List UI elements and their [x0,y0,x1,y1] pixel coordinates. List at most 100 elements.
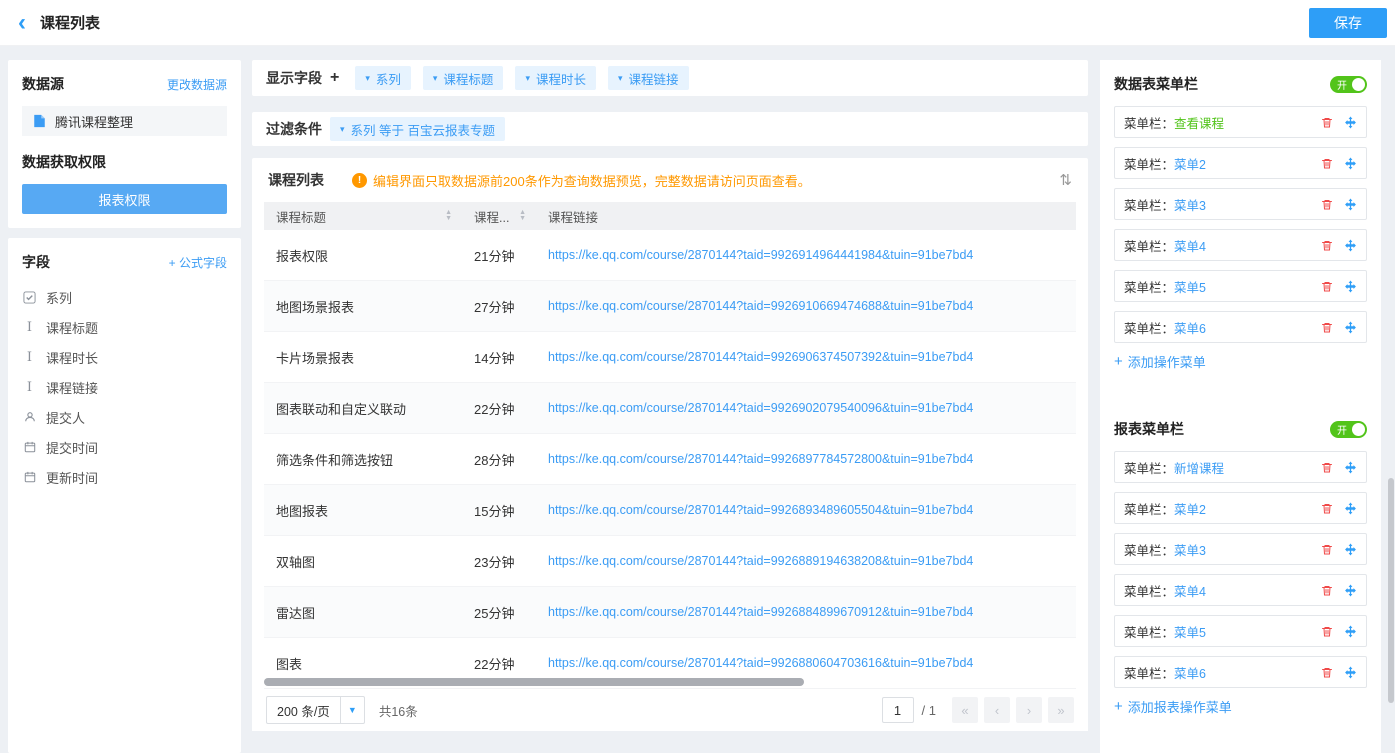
table-row[interactable]: 雷达图 25分钟 https://ke.qq.com/course/287014… [264,587,1076,638]
move-icon[interactable] [1344,321,1357,334]
first-page-button[interactable]: « [952,697,978,723]
cell-course-link[interactable]: https://ke.qq.com/course/2870144?taid=99… [536,248,1076,262]
column-header-course-link[interactable]: 课程链接 [536,202,1076,230]
display-field-chip[interactable]: ▾ 课程时长 [515,66,596,90]
move-icon[interactable] [1344,666,1357,679]
move-icon[interactable] [1344,116,1357,129]
sort-arrows-icon[interactable]: ▲▼ [519,210,526,222]
delete-icon[interactable] [1321,280,1333,293]
delete-icon[interactable] [1321,157,1333,170]
sort-arrows-icon[interactable]: ▲▼ [445,210,452,222]
delete-icon[interactable] [1321,239,1333,252]
page-size-select[interactable]: 200 条/页 ▼ [266,696,365,724]
display-field-chip[interactable]: ▾ 系列 [355,66,411,90]
menu-item-prefix: 菜单栏： [1124,236,1174,255]
menu-item[interactable]: 菜单栏： 菜单5 [1114,615,1367,647]
menu-item[interactable]: 菜单栏： 菜单6 [1114,311,1367,343]
add-report-menu-link[interactable]: + 添加报表操作菜单 [1114,697,1367,716]
move-icon[interactable] [1344,461,1357,474]
vertical-scrollbar[interactable] [1388,478,1394,703]
cell-course-link[interactable]: https://ke.qq.com/course/2870144?taid=99… [536,503,1076,517]
delete-icon[interactable] [1321,502,1333,515]
move-icon[interactable] [1344,502,1357,515]
move-icon[interactable] [1344,157,1357,170]
next-page-button[interactable]: › [1016,697,1042,723]
menu-item[interactable]: 菜单栏： 菜单4 [1114,574,1367,606]
table-row[interactable]: 双轴图 23分钟 https://ke.qq.com/course/287014… [264,536,1076,587]
table-row[interactable]: 筛选条件和筛选按钮 28分钟 https://ke.qq.com/course/… [264,434,1076,485]
move-icon[interactable] [1344,543,1357,556]
filter-label: 过滤条件 [266,119,322,139]
change-datasource-link[interactable]: 更改数据源 [167,76,227,93]
page-number-input[interactable] [882,697,914,723]
text-icon: I [22,380,37,395]
display-fields-bar: 显示字段 + ▾ 系列 ▾ 课程标题 ▾ 课程时长 ▾ 课程链接 [252,60,1088,96]
report-permission-button[interactable]: 报表权限 [22,184,227,214]
toggle-knob [1352,423,1365,436]
delete-icon[interactable] [1321,321,1333,334]
formula-field-link[interactable]: + 公式字段 [169,254,227,271]
move-icon[interactable] [1344,584,1357,597]
back-icon[interactable]: ‹ [18,11,26,35]
menu-item[interactable]: 菜单栏： 菜单6 [1114,656,1367,688]
cell-course-link[interactable]: https://ke.qq.com/course/2870144?taid=99… [536,452,1076,466]
cell-course-link[interactable]: https://ke.qq.com/course/2870144?taid=99… [536,401,1076,415]
toggle-knob [1352,78,1365,91]
menu-item[interactable]: 菜单栏： 菜单4 [1114,229,1367,261]
datasource-item[interactable]: 腾讯课程整理 [22,106,227,136]
field-item-submit-time[interactable]: 提交时间 [22,432,227,462]
menu-item[interactable]: 菜单栏： 查看课程 [1114,106,1367,138]
cell-course-link[interactable]: https://ke.qq.com/course/2870144?taid=99… [536,605,1076,619]
move-icon[interactable] [1344,198,1357,211]
field-item-course-title[interactable]: I 课程标题 [22,312,227,342]
total-count: 共16条 [379,701,418,720]
move-icon[interactable] [1344,280,1357,293]
menu-item[interactable]: 菜单栏： 菜单2 [1114,147,1367,179]
filter-chip[interactable]: ▾ 系列 等于 百宝云报表专题 [330,117,505,141]
delete-icon[interactable] [1321,116,1333,129]
move-icon[interactable] [1344,625,1357,638]
delete-icon[interactable] [1321,543,1333,556]
field-item-submitter[interactable]: 提交人 [22,402,227,432]
table-row[interactable]: 报表权限 21分钟 https://ke.qq.com/course/28701… [264,230,1076,281]
add-menu-link[interactable]: + 添加操作菜单 [1114,352,1367,371]
datatable-menu-toggle[interactable]: 开 [1330,76,1367,93]
delete-icon[interactable] [1321,666,1333,679]
page-size-value: 200 条/页 [267,701,340,720]
cell-course-link[interactable]: https://ke.qq.com/course/2870144?taid=99… [536,554,1076,568]
delete-icon[interactable] [1321,584,1333,597]
add-display-field-icon[interactable]: + [330,69,339,87]
cell-course-link[interactable]: https://ke.qq.com/course/2870144?taid=99… [536,656,1076,670]
chevron-down-icon: ▾ [618,73,623,84]
sort-icon[interactable]: ⇅ [1059,171,1072,189]
delete-icon[interactable] [1321,198,1333,211]
horizontal-scrollbar[interactable] [264,678,804,686]
display-field-chip[interactable]: ▾ 课程链接 [608,66,689,90]
menu-item[interactable]: 菜单栏： 菜单2 [1114,492,1367,524]
field-item-update-time[interactable]: 更新时间 [22,462,227,492]
save-button[interactable]: 保存 [1309,8,1387,38]
last-page-button[interactable]: » [1048,697,1074,723]
prev-page-button[interactable]: ‹ [984,697,1010,723]
field-item-series[interactable]: 系列 [22,282,227,312]
delete-icon[interactable] [1321,461,1333,474]
display-field-chip[interactable]: ▾ 课程标题 [423,66,504,90]
menu-item[interactable]: 菜单栏： 菜单5 [1114,270,1367,302]
report-menu-toggle[interactable]: 开 [1330,421,1367,438]
field-item-course-duration[interactable]: I 课程时长 [22,342,227,372]
table-row[interactable]: 地图报表 15分钟 https://ke.qq.com/course/28701… [264,485,1076,536]
cell-course-link[interactable]: https://ke.qq.com/course/2870144?taid=99… [536,299,1076,313]
menu-item[interactable]: 菜单栏： 菜单3 [1114,533,1367,565]
move-icon[interactable] [1344,239,1357,252]
cell-course-link[interactable]: https://ke.qq.com/course/2870144?taid=99… [536,350,1076,364]
menu-item[interactable]: 菜单栏： 菜单3 [1114,188,1367,220]
table-row[interactable]: 图表联动和自定义联动 22分钟 https://ke.qq.com/course… [264,383,1076,434]
table-row[interactable]: 卡片场景报表 14分钟 https://ke.qq.com/course/287… [264,332,1076,383]
table-row[interactable]: 地图场景报表 27分钟 https://ke.qq.com/course/287… [264,281,1076,332]
menu-item[interactable]: 菜单栏： 新增课程 [1114,451,1367,483]
field-item-course-link[interactable]: I 课程链接 [22,372,227,402]
delete-icon[interactable] [1321,625,1333,638]
column-header-course-duration[interactable]: 课程... ▲▼ [462,202,536,230]
cell-duration: 22分钟 [462,399,536,418]
column-header-course-title[interactable]: 课程标题 ▲▼ [264,202,462,230]
